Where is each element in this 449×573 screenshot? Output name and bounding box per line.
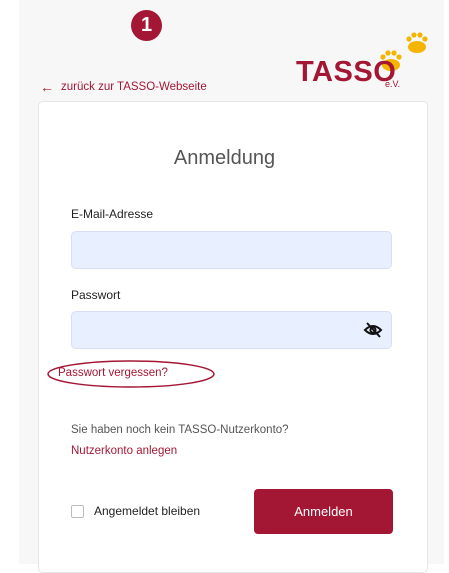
password-label: Passwort [71, 288, 121, 302]
checkbox-box[interactable] [71, 504, 84, 518]
forgot-password-highlight: Passwort vergessen? [46, 358, 216, 390]
login-button[interactable]: Anmelden [254, 489, 393, 534]
back-link-label: zurück zur TASSO-Webseite [61, 81, 207, 93]
email-label: E-Mail-Adresse [71, 207, 154, 221]
back-to-website-link[interactable]: ← zurück zur TASSO-Webseite [40, 80, 207, 94]
tasso-logo: TASSO e.V. [296, 28, 436, 98]
email-field[interactable] [71, 231, 392, 269]
remember-me-label: Angemeldet bleiben [94, 504, 201, 518]
no-account-text: Sie haben noch kein TASSO-Nutzerkonto? [71, 424, 289, 436]
login-title: Anmeldung [173, 147, 276, 169]
back-arrow-icon: ← [40, 79, 54, 95]
eye-slash-icon[interactable] [363, 321, 383, 339]
remember-me-checkbox[interactable]: Angemeldet bleiben [71, 504, 200, 518]
logo-wordmark: TASSO [296, 56, 397, 88]
step-number-badge: 1 [131, 10, 162, 41]
forgot-password-link[interactable]: Passwort vergessen? [58, 367, 168, 379]
password-field[interactable] [71, 311, 392, 349]
create-account-link[interactable]: Nutzerkonto anlegen [71, 445, 177, 457]
logo-suffix: e.V. [385, 79, 401, 89]
